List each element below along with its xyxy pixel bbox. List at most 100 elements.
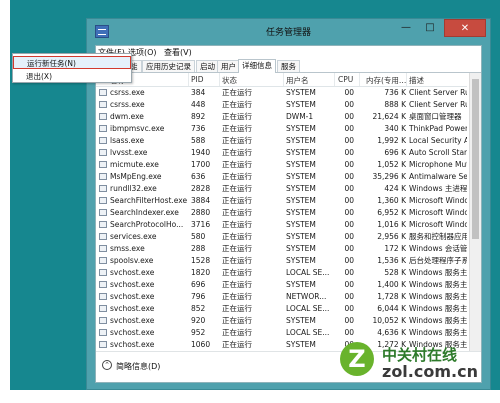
column-header-user[interactable]: 用户名: [286, 75, 309, 86]
process-user: SYSTEM: [286, 316, 316, 325]
process-user: SYSTEM: [286, 280, 316, 289]
exit-menu-item[interactable]: 退出(X): [13, 70, 131, 83]
process-description: Microsoft Window...: [409, 196, 467, 205]
process-pid: 448: [191, 100, 206, 109]
process-cpu: 00: [344, 256, 354, 265]
process-memory: 21,624 K: [372, 112, 406, 121]
table-row[interactable]: svchost.exe 920 正在运行 SYSTEM 00 10,052 K Window…: [96, 315, 467, 327]
process-user: LOCAL SE...: [286, 304, 330, 313]
process-status: 正在运行: [222, 328, 252, 337]
process-status: 正在运行: [222, 292, 252, 301]
table-row[interactable]: lsass.exe 588 正在运行 SYSTEM 00 1,992 K Local Sec…: [96, 135, 467, 147]
process-memory: 1,728 K: [377, 292, 406, 301]
column-header-cpu[interactable]: CPU: [338, 75, 353, 84]
process-cpu: 00: [344, 136, 354, 145]
process-memory: 1,016 K: [377, 220, 406, 229]
process-icon: [99, 161, 107, 168]
process-name: svchost.exe: [110, 292, 155, 301]
process-name: csrss.exe: [110, 100, 145, 109]
process-pid: 1820: [191, 268, 211, 277]
process-status: 正在运行: [222, 304, 252, 313]
process-user: SYSTEM: [286, 184, 316, 193]
column-header-pid[interactable]: PID: [191, 75, 204, 84]
process-pid: 952: [191, 328, 206, 337]
tab-details[interactable]: 详细信息: [238, 59, 276, 73]
process-cpu: 00: [344, 292, 354, 301]
process-icon: [99, 125, 107, 132]
column-header-status[interactable]: 状态: [222, 75, 237, 86]
process-name: micmute.exe: [110, 160, 159, 169]
process-name: svchost.exe: [110, 304, 155, 313]
table-row[interactable]: SearchFilterHost.exe 3884 正在运行 SYSTEM 00 1,36…: [96, 195, 467, 207]
vertical-scrollbar[interactable]: [469, 73, 481, 364]
process-memory: 528 K: [384, 268, 406, 277]
tab-app-history[interactable]: 应用历史记录: [142, 60, 195, 72]
table-row[interactable]: dwm.exe 892 正在运行 DWM-1 00 21,624 K 桌面窗口管理器: [96, 111, 467, 123]
close-button[interactable]: ✕: [444, 19, 486, 37]
fewer-details-link[interactable]: 简略信息(D): [116, 361, 160, 372]
process-status: 正在运行: [222, 244, 252, 253]
process-icon: [99, 89, 107, 96]
run-new-task-menu-item[interactable]: 运行新任务(N): [13, 56, 131, 69]
column-header-description[interactable]: 描述: [409, 75, 424, 86]
menu-bar: 文件(F) 选项(O) 查看(V): [96, 46, 481, 59]
menu-view[interactable]: 查看(V): [164, 47, 192, 58]
process-name: svchost.exe: [110, 340, 155, 349]
process-user: SYSTEM: [286, 136, 316, 145]
table-row[interactable]: svchost.exe 696 正在运行 SYSTEM 00 1,400 K Windows…: [96, 279, 467, 291]
table-row[interactable]: SearchIndexer.exe 2880 正在运行 SYSTEM 00 6,952 K…: [96, 207, 467, 219]
process-icon: [99, 245, 107, 252]
process-user: DWM-1: [286, 112, 314, 121]
column-header-memory[interactable]: 内存(专用…: [366, 75, 406, 86]
process-icon: [99, 149, 107, 156]
process-name: csrss.exe: [110, 88, 145, 97]
process-user: SYSTEM: [286, 256, 316, 265]
tab-users[interactable]: 用户: [217, 60, 240, 72]
process-memory: 2,956 K: [377, 232, 406, 241]
table-row[interactable]: SearchProtocolHo... 3716 正在运行 SYSTEM 00 1,016…: [96, 219, 467, 231]
menu-options[interactable]: 选项(O): [128, 47, 157, 58]
process-status: 正在运行: [222, 220, 252, 229]
process-status: 正在运行: [222, 148, 252, 157]
process-description: 后台处理程序子系统...: [409, 256, 467, 265]
process-user: SYSTEM: [286, 244, 316, 253]
process-memory: 424 K: [384, 184, 406, 193]
table-header: 名称 PID 状态 用户名 CPU 内存(专用… 描述: [96, 73, 467, 87]
process-memory: 6,044 K: [377, 304, 406, 313]
tab-startup[interactable]: 启动: [196, 60, 219, 72]
table-row[interactable]: svchost.exe 796 正在运行 NETWOR... 00 1,728 K Wind…: [96, 291, 467, 303]
table-row[interactable]: services.exe 580 正在运行 SYSTEM 00 2,956 K 服务和控制器…: [96, 231, 467, 243]
process-description: Microsoft Window...: [409, 220, 467, 229]
process-memory: 736 K: [384, 88, 406, 97]
table-row[interactable]: MsMpEng.exe 636 正在运行 SYSTEM 00 35,296 K Antima…: [96, 171, 467, 183]
client-area: 文件(F) 选项(O) 查看(V) 能 应用历史记录 启动 用户 详细信息 服务…: [95, 45, 482, 383]
table-row[interactable]: spoolsv.exe 1528 正在运行 SYSTEM 00 1,536 K 后台处理程序…: [96, 255, 467, 267]
table-row[interactable]: svchost.exe 1820 正在运行 LOCAL SE... 00 528 K Win…: [96, 267, 467, 279]
title-bar[interactable]: 任务管理器 — □ ✕: [87, 19, 490, 45]
process-cpu: 00: [344, 232, 354, 241]
table-row[interactable]: csrss.exe 448 正在运行 SYSTEM 00 888 K Client Serv…: [96, 99, 467, 111]
table-row[interactable]: ibmpmsvc.exe 736 正在运行 SYSTEM 00 340 K ThinkPad…: [96, 123, 467, 135]
chevron-up-icon[interactable]: ⌃: [102, 360, 112, 370]
maximize-button[interactable]: □: [418, 19, 442, 37]
table-row[interactable]: svchost.exe 852 正在运行 LOCAL SE... 00 6,044 K Wi…: [96, 303, 467, 315]
tab-services[interactable]: 服务: [277, 60, 300, 72]
scrollbar-thumb[interactable]: [472, 79, 479, 239]
table-row[interactable]: lvvsst.exe 1940 正在运行 SYSTEM 00 696 K Auto Scro…: [96, 147, 467, 159]
process-description: Windows 服务主进程: [409, 316, 467, 325]
process-description: Windows 服务主进程: [409, 304, 467, 313]
process-name: SearchIndexer.exe: [110, 208, 179, 217]
table-row[interactable]: smss.exe 288 正在运行 SYSTEM 00 172 KWindows 会话管理…: [96, 243, 467, 255]
minimize-button[interactable]: —: [394, 19, 418, 37]
process-pid: 1060: [191, 340, 211, 349]
table-row[interactable]: rundll32.exe 2828 正在运行 SYSTEM 00 424 K Windows…: [96, 183, 467, 195]
table-row[interactable]: csrss.exe 384 正在运行 SYSTEM 00 736 K Client Serv…: [96, 87, 467, 99]
table-row[interactable]: micmute.exe 1700 正在运行 SYSTEM 00 1,052 K Microp…: [96, 159, 467, 171]
process-status: 正在运行: [222, 112, 252, 121]
process-description: Microsoft Window...: [409, 208, 467, 217]
process-pid: 2828: [191, 184, 211, 193]
process-name: services.exe: [110, 232, 157, 241]
process-user: SYSTEM: [286, 172, 316, 181]
process-pid: 580: [191, 232, 206, 241]
process-pid: 1528: [191, 256, 211, 265]
